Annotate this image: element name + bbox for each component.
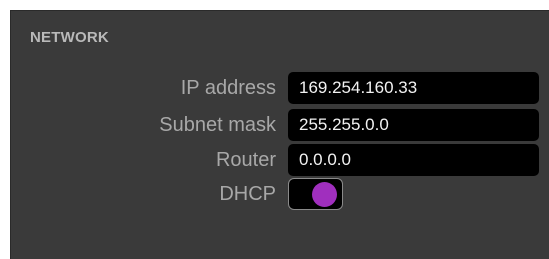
network-panel: NETWORK IP address 169.254.160.33 Subnet… [10,10,549,259]
section-title: NETWORK [30,29,109,46]
ip-address-row: IP address 169.254.160.33 [11,72,549,104]
router-field[interactable]: 0.0.0.0 [288,144,539,176]
dhcp-row: DHCP [11,178,549,210]
router-label: Router [215,149,276,171]
subnet-mask-label: Subnet mask [159,114,276,136]
subnet-mask-field[interactable]: 255.255.0.0 [288,109,539,141]
ip-address-label: IP address [180,77,276,99]
dhcp-toggle[interactable] [288,178,343,210]
ip-address-field[interactable]: 169.254.160.33 [288,72,539,104]
dhcp-toggle-knob [312,182,337,207]
dhcp-label: DHCP [219,183,276,205]
subnet-mask-row: Subnet mask 255.255.0.0 [11,109,549,141]
router-row: Router 0.0.0.0 [11,144,549,176]
